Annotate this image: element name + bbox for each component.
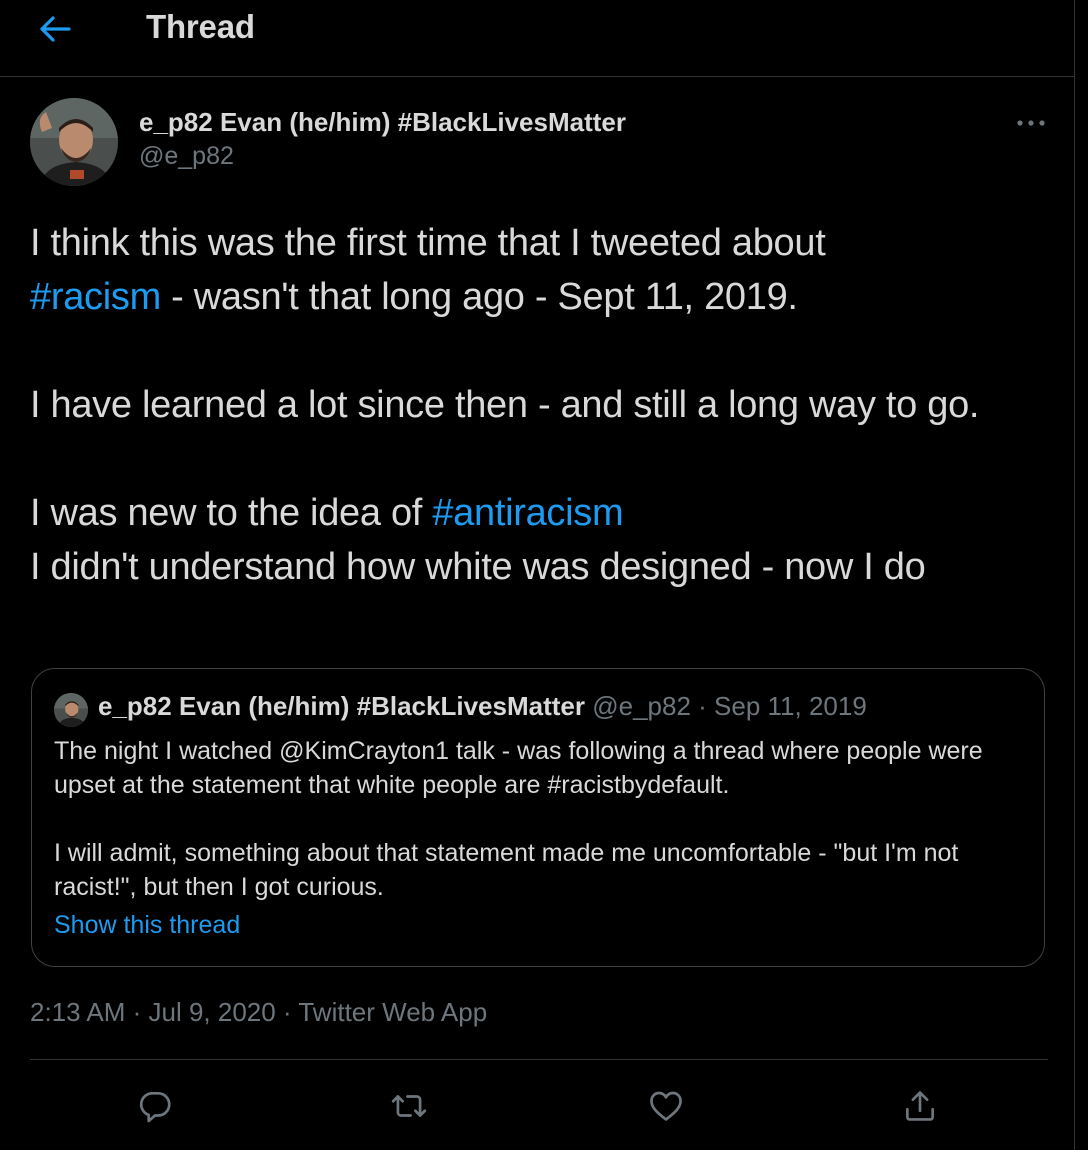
reply-button[interactable] xyxy=(131,1082,179,1130)
top-bar: Thread xyxy=(0,0,1074,77)
reply-icon xyxy=(139,1091,171,1123)
quoted-tweet[interactable]: e_p82 Evan (he/him) #BlackLivesMatter @e… xyxy=(31,668,1045,967)
share-icon xyxy=(905,1091,935,1121)
quote-paragraph: I will admit, something about that state… xyxy=(54,839,959,901)
retweet-icon xyxy=(391,1095,427,1117)
tweet-timestamp[interactable]: 2:13 AM · Jul 9, 2020 · Twitter Web App xyxy=(30,997,487,1028)
arrow-left-icon xyxy=(40,16,71,42)
tweet-text: I think this was the first time that I t… xyxy=(30,216,1050,594)
quote-paragraph: The night I watched @KimCrayton1 talk - … xyxy=(54,737,983,799)
thread-page: Thread e_p82 Evan (he/him) #BlackLivesMa… xyxy=(0,0,1075,1150)
tweet-paragraph: I think this was the first time that I t… xyxy=(30,222,826,318)
hashtag-link-racism[interactable]: #racism xyxy=(30,276,161,318)
tweet-paragraph: I have learned a lot since then - and st… xyxy=(30,384,980,426)
avatar[interactable] xyxy=(30,98,118,186)
divider xyxy=(30,1059,1048,1060)
like-icon xyxy=(650,1091,682,1121)
quote-meta: @e_p82 · Sep 11, 2019 xyxy=(592,691,867,721)
quote-author-name: e_p82 Evan (he/him) #BlackLivesMatter xyxy=(98,691,585,721)
tweet-paragraph: I was new to the idea of #antiracism I d… xyxy=(30,492,926,588)
author-name[interactable]: e_p82 Evan (he/him) #BlackLivesMatter xyxy=(139,107,626,138)
retweet-button[interactable] xyxy=(385,1082,433,1130)
like-button[interactable] xyxy=(642,1082,690,1130)
hashtag-link-antiracism[interactable]: #antiracism xyxy=(432,492,623,534)
quote-header: e_p82 Evan (he/him) #BlackLivesMatter @e… xyxy=(98,691,867,722)
share-button[interactable] xyxy=(896,1082,944,1130)
avatar-image xyxy=(30,98,118,186)
quote-text: The night I watched @KimCrayton1 talk - … xyxy=(54,734,1034,904)
more-horizontal-icon xyxy=(1017,120,1045,126)
avatar-image xyxy=(54,693,88,727)
back-button[interactable] xyxy=(22,0,88,58)
show-thread-link[interactable]: Show this thread xyxy=(54,911,240,940)
more-options-button[interactable] xyxy=(1008,108,1054,138)
page-title: Thread xyxy=(146,8,255,45)
author-handle[interactable]: @e_p82 xyxy=(139,142,234,171)
quote-avatar xyxy=(54,693,88,727)
